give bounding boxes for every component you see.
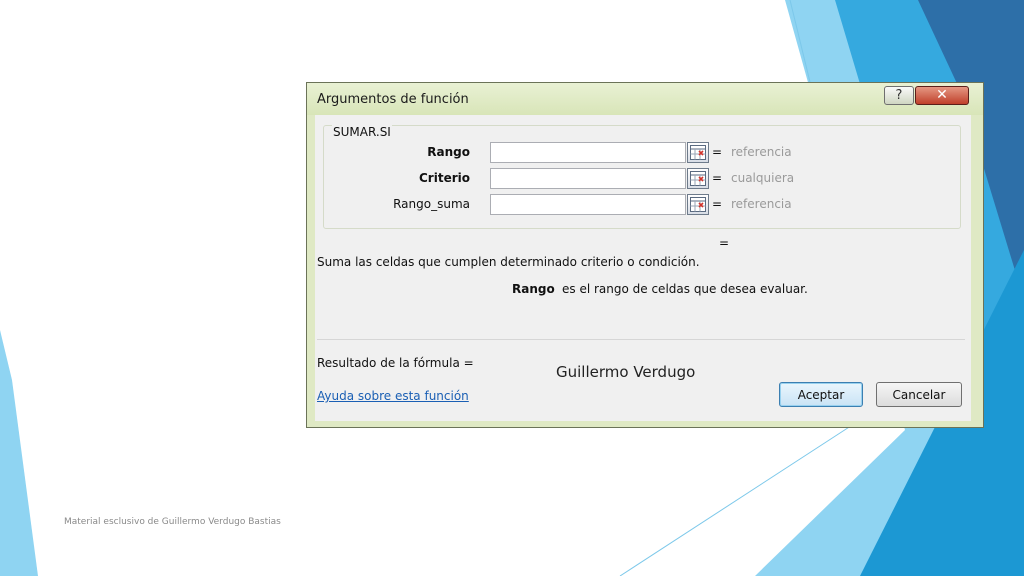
- formula-result-label: Resultado de la fórmula =: [317, 356, 474, 370]
- arg-label-criterio: Criterio: [419, 171, 470, 185]
- criterio-input[interactable]: [490, 168, 686, 189]
- function-group: SUMAR.SI Rango = referencia Criterio = c…: [323, 125, 961, 229]
- arg-label-rango-suma: Rango_suma: [393, 197, 470, 211]
- arg-equals-criterio: =: [712, 171, 723, 185]
- criterio-range-picker-button[interactable]: [687, 168, 709, 189]
- cancel-button[interactable]: Cancelar: [876, 382, 962, 407]
- arg-help-text: es el rango de celdas que desea evaluar.: [562, 282, 808, 296]
- arg-hint-rango: referencia: [731, 145, 792, 159]
- deco-shape-left: [0, 330, 38, 576]
- arg-hint-rango-suma: referencia: [731, 197, 792, 211]
- arg-equals-rango: =: [712, 145, 723, 159]
- dialog-title: Argumentos de función: [317, 92, 469, 107]
- function-arguments-dialog: Argumentos de función ? ✕ SUMAR.SI Rango: [306, 82, 984, 428]
- arg-hint-criterio: cualquiera: [731, 171, 795, 185]
- arg-equals-rango-suma: =: [712, 197, 723, 211]
- rango-range-picker-button[interactable]: [687, 142, 709, 163]
- dialog-titlebar[interactable]: Argumentos de función ? ✕: [307, 83, 983, 115]
- arg-label-rango: Rango: [427, 145, 470, 159]
- formula-result-value: Guillermo Verdugo: [556, 363, 696, 381]
- ok-button[interactable]: Aceptar: [779, 382, 863, 407]
- range-picker-icon: [690, 171, 706, 186]
- slide-footer: Material esclusivo de Guillermo Verdugo …: [64, 517, 281, 527]
- rango-input[interactable]: [490, 142, 686, 163]
- function-result-equals: =: [719, 236, 730, 250]
- function-help-link[interactable]: Ayuda sobre esta función: [317, 389, 469, 403]
- divider: [317, 339, 965, 340]
- rango-suma-range-picker-button[interactable]: [687, 194, 709, 215]
- function-description: Suma las celdas que cumplen determinado …: [317, 255, 700, 269]
- close-button[interactable]: ✕: [915, 86, 969, 105]
- range-picker-icon: [690, 197, 706, 212]
- rango-suma-input[interactable]: [490, 194, 686, 215]
- dialog-body: SUMAR.SI Rango = referencia Criterio = c…: [315, 115, 971, 421]
- arg-help-name: Rango: [512, 282, 555, 296]
- close-icon: ✕: [936, 87, 948, 103]
- help-button[interactable]: ?: [884, 86, 914, 105]
- function-name: SUMAR.SI: [332, 125, 392, 139]
- range-picker-icon: [690, 145, 706, 160]
- question-icon: ?: [895, 88, 903, 103]
